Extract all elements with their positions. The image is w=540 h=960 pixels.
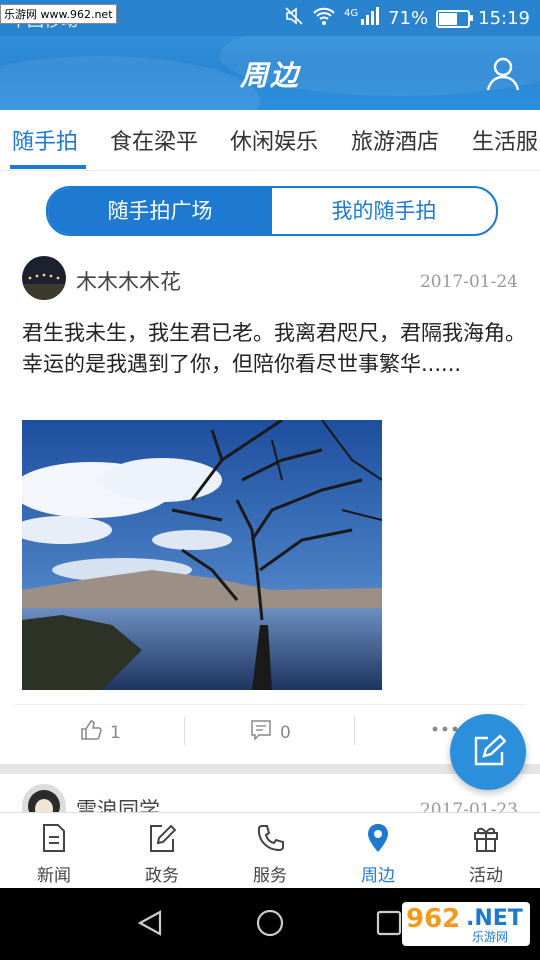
status-icons: 4G 71% 15:19 bbox=[284, 6, 530, 31]
location-pin-icon bbox=[364, 823, 392, 853]
nav-nearby[interactable]: 周边 bbox=[324, 813, 432, 889]
post-username[interactable]: 木木木木花 bbox=[76, 266, 181, 296]
comment-count: 0 bbox=[280, 722, 291, 743]
nav-government[interactable]: 政务 bbox=[108, 813, 216, 889]
tab-travel-hotel[interactable]: 旅游酒店 bbox=[351, 124, 439, 156]
divider bbox=[184, 717, 185, 745]
wifi-icon bbox=[312, 6, 336, 31]
network-type: 4G bbox=[343, 8, 359, 19]
post-photo[interactable] bbox=[22, 420, 382, 690]
tab-leisure[interactable]: 休闲娱乐 bbox=[230, 124, 318, 156]
post-text-line: 君生我未生，我生君已老。我离君咫尺，君隔我海角。 bbox=[22, 321, 526, 345]
document-icon bbox=[40, 823, 68, 853]
nav-label: 政务 bbox=[145, 866, 179, 886]
tab-life-service[interactable]: 生活服 bbox=[472, 124, 538, 156]
nav-label: 服务 bbox=[253, 866, 287, 886]
page-title: 周边 bbox=[239, 59, 300, 92]
home-icon[interactable] bbox=[255, 908, 285, 942]
tab-suishoupai[interactable]: 随手拍 bbox=[12, 124, 78, 156]
avatar[interactable] bbox=[22, 256, 66, 300]
back-icon[interactable] bbox=[136, 908, 166, 942]
brand-number: 962 bbox=[406, 904, 461, 934]
user-icon[interactable] bbox=[484, 54, 522, 92]
nav-label: 新闻 bbox=[37, 866, 71, 886]
nav-activity[interactable]: 活动 bbox=[432, 813, 540, 889]
clock: 15:19 bbox=[478, 8, 530, 29]
nav-service[interactable]: 服务 bbox=[216, 813, 324, 889]
site-watermark: 乐游网 www.962.net bbox=[0, 4, 117, 24]
comment-button[interactable]: 0 bbox=[250, 719, 291, 746]
app-header: 周边 bbox=[0, 36, 540, 110]
divider bbox=[354, 717, 355, 745]
gift-icon bbox=[472, 823, 500, 853]
nav-label: 周边 bbox=[361, 866, 395, 886]
active-tab-indicator bbox=[10, 165, 86, 169]
brand-subtitle: 乐游网 bbox=[472, 930, 509, 944]
post-text-line: 幸运的是我遇到了你，但陪你看尽世事繁华...... bbox=[22, 352, 462, 376]
post-content: 君生我未生，我生君已老。我离君咫尺，君隔我海角。 幸运的是我遇到了你，但陪你看尽… bbox=[22, 318, 532, 380]
segment-square[interactable]: 随手拍广场 bbox=[48, 188, 272, 234]
phone-icon bbox=[256, 823, 284, 853]
post-date: 2017-01-24 bbox=[419, 272, 518, 292]
like-button[interactable]: 1 bbox=[80, 719, 121, 746]
system-nav-bar: 962 .NET 乐游网 bbox=[0, 888, 540, 960]
compose-button[interactable] bbox=[450, 714, 526, 790]
thumbs-up-icon bbox=[80, 719, 102, 746]
segment-control: 随手拍广场 我的随手拍 bbox=[46, 186, 498, 236]
category-tabs: 随手拍 食在梁平 休闲娱乐 旅游酒店 生活服 bbox=[0, 110, 540, 171]
bottom-nav: 新闻 政务 服务 周边 活动 bbox=[0, 812, 540, 889]
brand-watermark: 962 .NET 乐游网 bbox=[402, 902, 530, 946]
like-count: 1 bbox=[110, 722, 121, 743]
signal-icon bbox=[360, 7, 380, 30]
nav-news[interactable]: 新闻 bbox=[0, 813, 108, 889]
recents-icon[interactable] bbox=[376, 910, 402, 940]
mute-icon bbox=[284, 6, 304, 31]
segment-mine[interactable]: 我的随手拍 bbox=[272, 188, 496, 234]
tab-food[interactable]: 食在梁平 bbox=[110, 124, 198, 156]
compose-icon bbox=[470, 734, 507, 774]
edit-icon bbox=[148, 823, 177, 853]
status-bar: 中国移动 乐游网 www.962.net 4G 71% 15:19 bbox=[0, 0, 540, 36]
comment-icon bbox=[250, 719, 272, 746]
battery-icon bbox=[436, 9, 474, 28]
battery-percent: 71% bbox=[388, 8, 429, 29]
nav-label: 活动 bbox=[469, 866, 503, 886]
